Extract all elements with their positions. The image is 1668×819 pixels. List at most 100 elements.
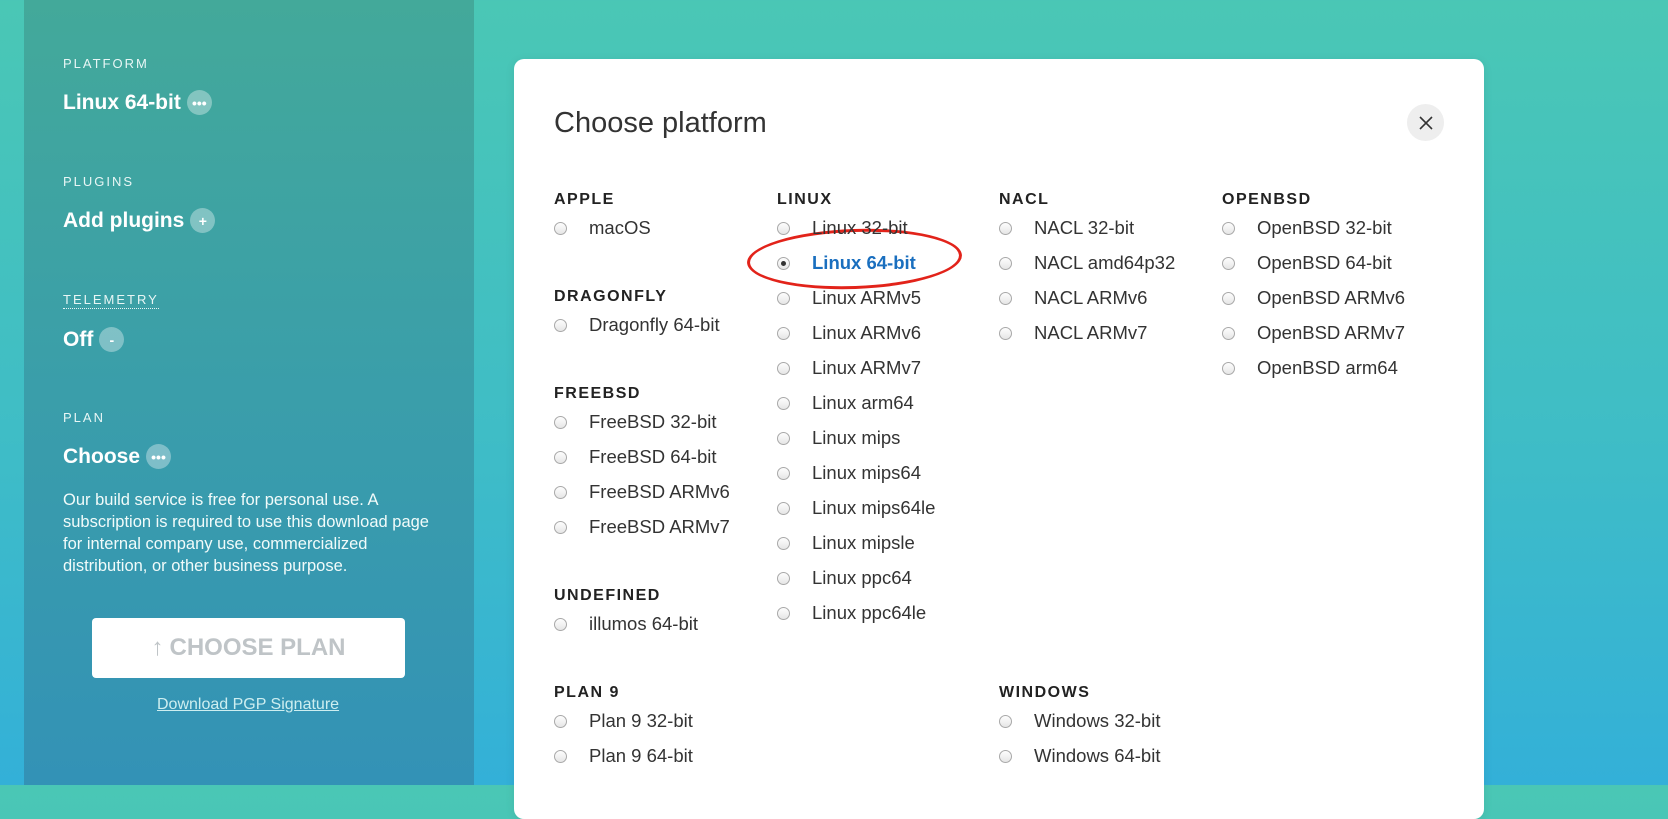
- platform-option[interactable]: Linux ARMv5: [777, 286, 921, 310]
- option-label: Plan 9 32-bit: [589, 710, 693, 731]
- close-button[interactable]: [1407, 104, 1444, 141]
- radio-button[interactable]: [554, 415, 567, 429]
- radio-button[interactable]: [777, 431, 790, 445]
- option-label: OpenBSD ARMv7: [1257, 322, 1406, 343]
- platform-option[interactable]: Linux 32-bit: [777, 216, 908, 240]
- platform-option[interactable]: Windows 32-bit: [999, 709, 1160, 733]
- radio-button-checked[interactable]: [777, 256, 790, 270]
- radio-button[interactable]: [777, 361, 790, 375]
- radio-button[interactable]: [777, 291, 790, 305]
- platform-option[interactable]: Linux ppc64: [777, 566, 912, 590]
- radio-button[interactable]: [1222, 326, 1235, 340]
- group-title-dragonfly: DRAGONFLY: [554, 288, 668, 305]
- more-options-icon[interactable]: •••: [146, 444, 172, 469]
- radio-button[interactable]: [1222, 361, 1235, 375]
- close-icon: [1418, 115, 1433, 130]
- platform-option[interactable]: OpenBSD ARMv6: [1222, 286, 1405, 310]
- platform-option[interactable]: Plan 9 64-bit: [554, 744, 693, 768]
- platform-option[interactable]: Windows 64-bit: [999, 744, 1160, 768]
- platform-option[interactable]: OpenBSD ARMv7: [1222, 321, 1405, 345]
- option-label: macOS: [589, 217, 651, 238]
- option-label: Dragonfly 64-bit: [589, 314, 720, 335]
- option-label: Linux mipsle: [812, 532, 915, 553]
- platform-option[interactable]: OpenBSD arm64: [1222, 356, 1398, 380]
- platform-option[interactable]: Linux ARMv7: [777, 356, 921, 380]
- platform-option[interactable]: FreeBSD 32-bit: [554, 410, 717, 434]
- radio-button[interactable]: [999, 256, 1012, 270]
- radio-button[interactable]: [999, 291, 1012, 305]
- radio-button[interactable]: [999, 749, 1012, 763]
- radio-button[interactable]: [777, 501, 790, 515]
- platform-option[interactable]: NACL ARMv6: [999, 286, 1147, 310]
- modal-title: Choose platform: [554, 107, 767, 139]
- platform-option[interactable]: FreeBSD 64-bit: [554, 445, 717, 469]
- radio-button[interactable]: [999, 714, 1012, 728]
- group-title-nacl: NACL: [999, 191, 1050, 208]
- radio-button[interactable]: [777, 536, 790, 550]
- option-label: OpenBSD 64-bit: [1257, 252, 1392, 273]
- radio-button[interactable]: [777, 396, 790, 410]
- radio-button[interactable]: [554, 520, 567, 534]
- plus-icon[interactable]: +: [190, 208, 216, 233]
- platform-option[interactable]: OpenBSD 32-bit: [1222, 216, 1392, 240]
- group-title-undefined: UNDEFINED: [554, 587, 661, 604]
- platform-option[interactable]: FreeBSD ARMv7: [554, 515, 730, 539]
- radio-button[interactable]: [554, 749, 567, 763]
- radio-button[interactable]: [999, 326, 1012, 340]
- platform-option[interactable]: Linux mips64le: [777, 496, 935, 520]
- option-label: Linux ppc64le: [812, 602, 927, 623]
- telemetry-value[interactable]: Off -: [63, 327, 125, 352]
- plan-label: PLAN: [63, 410, 105, 425]
- radio-button[interactable]: [777, 221, 790, 235]
- platform-option[interactable]: FreeBSD ARMv6: [554, 480, 730, 504]
- option-label: FreeBSD 32-bit: [589, 411, 717, 432]
- telemetry-label[interactable]: TELEMETRY: [63, 292, 159, 309]
- plan-value[interactable]: Choose •••: [63, 444, 172, 469]
- option-label: FreeBSD ARMv7: [589, 516, 730, 537]
- platform-value[interactable]: Linux 64-bit •••: [63, 90, 212, 115]
- more-options-icon[interactable]: •••: [186, 90, 212, 115]
- radio-button[interactable]: [1222, 256, 1235, 270]
- platform-option[interactable]: illumos 64-bit: [554, 612, 698, 636]
- group-title-linux: LINUX: [777, 191, 833, 208]
- platform-option[interactable]: OpenBSD 64-bit: [1222, 251, 1392, 275]
- option-label: Linux ARMv7: [812, 357, 921, 378]
- platform-option[interactable]: Dragonfly 64-bit: [554, 313, 720, 337]
- radio-button[interactable]: [554, 714, 567, 728]
- option-label: Linux ppc64: [812, 567, 912, 588]
- platform-option[interactable]: Linux ARMv6: [777, 321, 921, 345]
- radio-button[interactable]: [999, 221, 1012, 235]
- platform-option[interactable]: Plan 9 32-bit: [554, 709, 693, 733]
- platform-option[interactable]: NACL 32-bit: [999, 216, 1134, 240]
- platform-option-selected[interactable]: Linux 64-bit: [777, 251, 916, 275]
- platform-option[interactable]: Linux mips: [777, 426, 900, 450]
- option-label: Linux 64-bit: [812, 252, 916, 273]
- radio-button[interactable]: [1222, 291, 1235, 305]
- radio-button[interactable]: [554, 485, 567, 499]
- radio-button[interactable]: [554, 318, 567, 332]
- choose-plan-button[interactable]: ↑ CHOOSE PLAN: [92, 618, 405, 678]
- platform-option[interactable]: Linux arm64: [777, 391, 914, 415]
- minus-icon[interactable]: -: [99, 327, 125, 352]
- platform-option[interactable]: macOS: [554, 216, 651, 240]
- radio-button[interactable]: [777, 606, 790, 620]
- download-pgp-signature-link[interactable]: Download PGP Signature: [157, 696, 339, 714]
- option-label: NACL amd64p32: [1034, 252, 1176, 273]
- add-plugins[interactable]: Add plugins +: [63, 208, 216, 233]
- platform-option[interactable]: NACL ARMv7: [999, 321, 1147, 345]
- radio-button[interactable]: [554, 450, 567, 464]
- platform-option[interactable]: NACL amd64p32: [999, 251, 1175, 275]
- radio-button[interactable]: [777, 326, 790, 340]
- arrow-up-icon: ↑: [151, 634, 164, 661]
- platform-option[interactable]: Linux mipsle: [777, 531, 915, 555]
- radio-button[interactable]: [554, 617, 567, 631]
- radio-button[interactable]: [777, 466, 790, 480]
- radio-button[interactable]: [1222, 221, 1235, 235]
- platform-option[interactable]: Linux ppc64le: [777, 601, 926, 625]
- group-title-apple: APPLE: [554, 191, 615, 208]
- platform-value-text: Linux 64-bit: [63, 90, 181, 114]
- radio-button[interactable]: [777, 571, 790, 585]
- add-plugins-text: Add plugins: [63, 208, 185, 232]
- radio-button[interactable]: [554, 221, 567, 235]
- platform-option[interactable]: Linux mips64: [777, 461, 921, 485]
